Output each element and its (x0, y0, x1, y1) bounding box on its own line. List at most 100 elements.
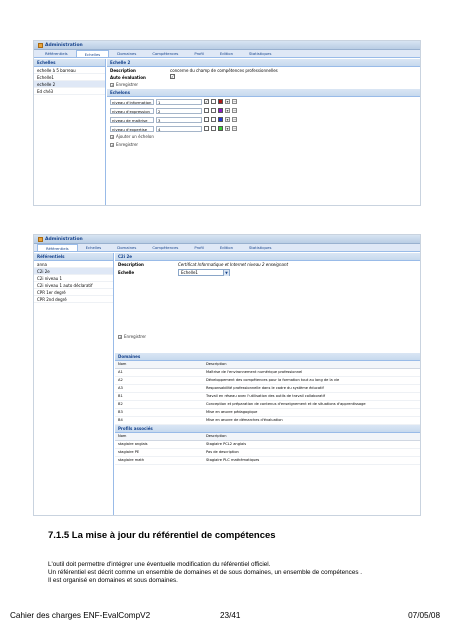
auto-eval-row: Auto évaluation ✓ (107, 74, 420, 81)
tab-profil[interactable]: Profil (186, 50, 211, 57)
list-item-selected[interactable]: echelle 2 (34, 81, 105, 88)
column-header-description[interactable]: Description (203, 433, 420, 441)
level-checkbox[interactable] (211, 99, 216, 104)
tab-bar: Référentiels Echelles Domaines Compétenc… (34, 244, 420, 252)
column-header-description[interactable]: Description (203, 361, 420, 369)
admin-icon (38, 236, 43, 242)
description-value[interactable]: Certificat Informatique et Internet nive… (178, 261, 288, 268)
level-menu-icon[interactable]: ▾ (225, 117, 230, 122)
tab-echelles[interactable]: Echelles (75, 50, 110, 57)
level-number-field[interactable]: 4 (156, 125, 202, 132)
tab-statistiques[interactable]: Statistiques (241, 50, 279, 57)
plus-icon: + (110, 83, 114, 87)
paragraph-line: Un référentiel est décrit comme un ensem… (48, 569, 362, 576)
screenshot-referentiels: Administration Référentiels Echelles Dom… (33, 234, 421, 516)
domains-header: Domaines (115, 353, 420, 361)
save-button[interactable]: + Enregistrer (115, 333, 420, 341)
level-color-swatch[interactable] (218, 126, 223, 131)
tab-edition[interactable]: Edition (212, 244, 241, 251)
list-item[interactable]: C2i niveau 1 (34, 275, 113, 282)
plus-icon: + (110, 135, 114, 139)
level-color-swatch[interactable] (218, 99, 223, 104)
level-checkbox[interactable] (204, 126, 209, 131)
list-item-selected[interactable]: C2i 2e (34, 268, 113, 275)
table-row[interactable]: A1 Maîtrise de l'environnement numérique … (115, 368, 420, 377)
tab-edition[interactable]: Edition (212, 50, 241, 57)
tab-competences[interactable]: Compétences (144, 244, 186, 251)
add-level-button[interactable]: + Ajouter un échelon (107, 133, 420, 141)
tab-referentiels[interactable]: Référentiels (37, 244, 78, 251)
level-checkbox[interactable] (204, 108, 209, 113)
plus-icon: + (118, 335, 122, 339)
domain-description: Maîtrise de l'environnement numérique pr… (203, 368, 420, 377)
table-row[interactable]: B3 Mise en œuvre pédagogique (115, 408, 420, 417)
table-row[interactable]: B4 Mise en œuvre de démarches d'évaluatio… (115, 416, 420, 425)
domain-name: B4 (115, 416, 203, 425)
level-name-field[interactable]: niveau d'expertise (110, 125, 154, 132)
level-number-field[interactable]: 1 (156, 98, 202, 105)
table-row[interactable]: stagiaire anglais Stagiaire PCL2 anglais (115, 440, 420, 449)
level-name-field[interactable]: niveau d'information (110, 98, 154, 105)
table-row[interactable]: A2 Développement des compétences pour la … (115, 376, 420, 385)
delete-icon[interactable]: − (232, 126, 237, 131)
list-item[interactable]: anna (34, 261, 113, 268)
tab-bar: Référentiels Echelles Domaines Compétenc… (34, 50, 420, 58)
column-header-name[interactable]: Nom (115, 361, 203, 369)
table-header-row: Nom Description (115, 433, 420, 441)
list-item[interactable]: echelle à 5 barreau (34, 67, 105, 74)
profile-name: stagiaire math (115, 456, 203, 465)
level-name-field[interactable]: niveau de maitrise (110, 116, 154, 123)
description-row: Description Certificat Informatique et I… (115, 261, 420, 268)
level-checkbox[interactable] (204, 117, 209, 122)
level-menu-icon[interactable]: ▾ (225, 99, 230, 104)
level-checkbox[interactable] (211, 117, 216, 122)
delete-icon[interactable]: − (232, 117, 237, 122)
table-row[interactable]: B1 Travail en réseau avec l'utilisation d… (115, 392, 420, 401)
table-row[interactable]: stagiaire math Stagiaire PLC mathématique… (115, 456, 420, 465)
delete-icon[interactable]: − (232, 108, 237, 113)
level-color-swatch[interactable] (218, 108, 223, 113)
body-paragraph: L'outil doit permettre d'intégrer une év… (48, 561, 448, 585)
list-item[interactable]: Ed ché3 (34, 88, 105, 95)
tab-competences[interactable]: Compétences (144, 50, 186, 57)
window-title: Administration (45, 42, 83, 48)
description-value[interactable]: concerne du champ de compétences profess… (170, 67, 278, 74)
level-name-field[interactable]: niveau d'expression (110, 107, 154, 114)
tab-domaines[interactable]: Domaines (109, 50, 144, 57)
level-checkbox[interactable]: ✓ (204, 99, 209, 104)
level-row: niveau de maitrise 3 ▾ − (107, 115, 420, 124)
level-checkbox[interactable] (211, 126, 216, 131)
tab-referentiels[interactable]: Référentiels (37, 50, 76, 57)
column-header-name[interactable]: Nom (115, 433, 203, 441)
tab-echelles[interactable]: Echelles (78, 244, 110, 251)
level-color-swatch[interactable] (218, 117, 223, 122)
level-menu-icon[interactable]: ▾ (225, 108, 230, 113)
save-levels-button[interactable]: + Enregistrer (107, 141, 420, 149)
list-item[interactable]: CPR 1er degré (34, 289, 113, 296)
table-row[interactable]: B2 Conception et préparation de contenus … (115, 400, 420, 409)
tab-domaines[interactable]: Domaines (109, 244, 144, 251)
table-row[interactable]: stagiaire PE Pas de description (115, 448, 420, 457)
auto-eval-checkbox[interactable]: ✓ (170, 74, 175, 79)
save-button[interactable]: + Enregistrer (107, 81, 420, 89)
tab-profil[interactable]: Profil (186, 244, 211, 251)
list-item[interactable]: Echelle1 (34, 74, 105, 81)
domains-table: Nom Description A1 Maîtrise de l'environn… (115, 361, 420, 425)
description-row: Description concerne du champ de compéte… (107, 67, 420, 74)
description-label: Description (118, 262, 144, 267)
referential-detail-header: C2i 2e (115, 253, 420, 261)
delete-icon[interactable]: − (232, 99, 237, 104)
table-row[interactable]: A3 Responsabilité professionnelle dans le… (115, 384, 420, 393)
footer-date: 07/05/08 (408, 611, 440, 620)
level-menu-icon[interactable]: ▾ (225, 126, 230, 131)
domain-description: Conception et préparation de contenus d'… (203, 400, 420, 409)
level-checkbox[interactable] (211, 108, 216, 113)
tab-statistiques[interactable]: Statistiques (241, 244, 279, 251)
profile-description: Stagiaire PCL2 anglais (203, 440, 420, 449)
level-number-field[interactable]: 2 (156, 107, 202, 114)
list-item[interactable]: C2i niveau 1 auto déclaratif (34, 282, 113, 289)
list-item[interactable]: CPR 2nd degré (34, 296, 113, 303)
scale-select[interactable]: Echelle1 ▼ (178, 269, 230, 276)
level-number-field[interactable]: 3 (156, 116, 202, 123)
